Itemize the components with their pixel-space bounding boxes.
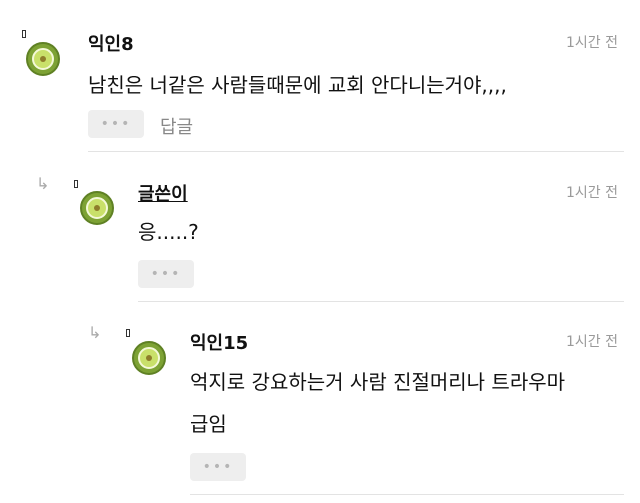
author-name[interactable]: 익인15: [190, 329, 248, 355]
comment-3: ↳ 익인15 1시간 전 억지로 강요하는거 사람 진절머리나 트라우마 급임 …: [0, 0, 640, 503]
avatar[interactable]: [132, 341, 166, 375]
comment-text-line-1: 억지로 강요하는거 사람 진절머리나 트라우마: [190, 370, 566, 394]
timestamp: 1시간 전: [566, 334, 618, 350]
more-options-button[interactable]: •••: [190, 453, 246, 481]
comment-text-line-2: 급임: [190, 412, 227, 436]
profile-mark-icon: [126, 329, 130, 337]
divider: [190, 494, 624, 495]
reply-arrow-icon: ↳: [88, 323, 102, 342]
kiwi-avatar-icon: [138, 347, 160, 369]
